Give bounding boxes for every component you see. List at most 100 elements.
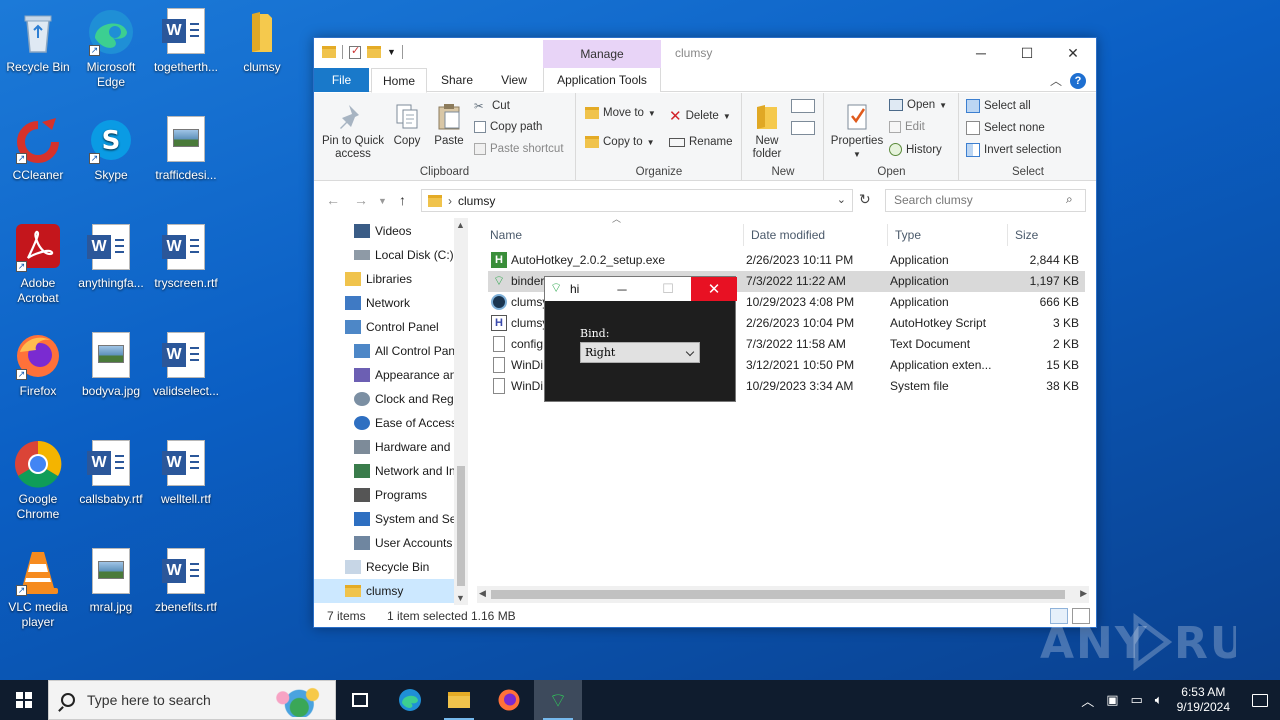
copy-path-button[interactable]: Copy path	[474, 121, 542, 133]
column-header-date[interactable]: Date modified	[744, 224, 888, 246]
desktop-icon-validselect[interactable]: W validselect...	[148, 332, 224, 399]
invert-selection-button[interactable]: Invert selection	[966, 143, 1061, 157]
desktop-icon-firefox[interactable]: ↗ Firefox	[0, 332, 76, 399]
collapse-ribbon-icon[interactable]: ︿	[1050, 72, 1062, 89]
open-button[interactable]: Open ▼	[889, 99, 947, 111]
volume-icon[interactable]: 🔈︎	[1155, 692, 1163, 708]
taskbar-search-box[interactable]: Type here to search	[48, 680, 336, 720]
edit-button[interactable]: Edit	[889, 121, 925, 133]
properties-icon[interactable]	[349, 44, 361, 59]
tab-file[interactable]: File	[314, 68, 369, 92]
move-to-button[interactable]: Move to ▼	[585, 107, 656, 119]
nav-item-recycle-bin[interactable]: Recycle Bin	[314, 555, 454, 579]
desktop-icon-clumsy-folder[interactable]: clumsy	[224, 8, 300, 75]
desktop-icon-recycle-bin[interactable]: Recycle Bin	[0, 8, 76, 75]
taskbar-firefox[interactable]	[485, 680, 533, 720]
column-header-type[interactable]: Type	[888, 224, 1008, 246]
properties-button[interactable]: Properties ▼	[829, 101, 885, 161]
tab-view[interactable]: View	[490, 68, 538, 92]
tab-home[interactable]: Home	[371, 68, 427, 93]
navigation-scrollbar[interactable]: ▲ ▼	[454, 218, 468, 605]
dialog-minimize-button[interactable]: ─	[599, 277, 645, 301]
pin-to-quick-access-button[interactable]: Pin to Quick access	[320, 101, 386, 161]
rename-button[interactable]: Rename	[669, 136, 732, 148]
desktop-icon-welltell[interactable]: W welltell.rtf	[148, 440, 224, 507]
scroll-left-icon[interactable]: ◀	[479, 588, 486, 599]
desktop-icon-tryscreen[interactable]: W tryscreen.rtf	[148, 224, 224, 291]
new-folder-button[interactable]: New folder	[749, 101, 785, 161]
column-header-name[interactable]: Name	[483, 224, 744, 246]
desktop-icon-mral[interactable]: mral.jpg	[73, 548, 149, 615]
scroll-right-icon[interactable]: ▶	[1080, 588, 1087, 599]
cut-button[interactable]: ✂ Cut	[474, 99, 510, 113]
recent-locations-icon[interactable]: ▼	[378, 196, 387, 206]
chevron-down-icon[interactable]: ▼	[387, 47, 396, 57]
nav-item-local-disk[interactable]: Local Disk (C:)	[314, 243, 454, 267]
dialog-close-button[interactable]: ✕	[691, 277, 737, 301]
breadcrumb[interactable]: clumsy	[458, 194, 495, 208]
new-item-icon[interactable]	[791, 99, 815, 113]
scroll-down-icon[interactable]: ▼	[456, 593, 465, 603]
nav-item-appearance[interactable]: Appearance and Personalization	[314, 363, 454, 387]
nav-item-libraries[interactable]: Libraries	[314, 267, 454, 291]
easy-access-icon[interactable]	[791, 121, 815, 135]
file-row[interactable]: H AutoHotkey_2.0.2_setup.exe 2/26/2023 1…	[488, 250, 1085, 271]
refresh-icon[interactable]: ↻	[859, 191, 871, 208]
copy-button[interactable]: Copy	[390, 101, 424, 148]
nav-item-clock-region[interactable]: Clock and Region	[314, 387, 454, 411]
desktop-icon-vlc[interactable]: ↗ VLC media player	[0, 548, 76, 630]
desktop-icon-skype[interactable]: S ↗ Skype	[73, 116, 149, 183]
column-header-size[interactable]: Size	[1008, 224, 1086, 246]
nav-item-clumsy[interactable]: clumsy	[314, 579, 454, 603]
new-folder-icon[interactable]	[367, 46, 381, 58]
help-icon[interactable]: ?	[1070, 72, 1086, 89]
delete-button[interactable]: ✕ Delete ▼	[669, 107, 731, 125]
nav-item-hardware-sound[interactable]: Hardware and Sound	[314, 435, 454, 459]
nav-item-programs[interactable]: Programs	[314, 483, 454, 507]
minimize-button[interactable]: ─	[958, 38, 1004, 68]
search-input[interactable]: Search clumsy	[885, 189, 1086, 212]
bind-select[interactable]: Right	[580, 342, 700, 363]
close-button[interactable]: ✕	[1050, 38, 1096, 68]
desktop-icon-google-chrome[interactable]: Google Chrome	[0, 440, 76, 522]
nav-item-system-security[interactable]: System and Security	[314, 507, 454, 531]
desktop-icon-callsbaby[interactable]: W callsbaby.rtf	[73, 440, 149, 507]
scrollbar-thumb[interactable]	[491, 590, 1065, 599]
scroll-up-icon[interactable]: ▲	[456, 220, 465, 230]
select-all-button[interactable]: Select all	[966, 99, 1031, 113]
paste-shortcut-button[interactable]: Paste shortcut	[474, 143, 564, 155]
desktop-icon-microsoft-edge[interactable]: ↗ Microsoft Edge	[73, 8, 149, 90]
back-arrow-icon[interactable]: ←	[326, 192, 340, 208]
taskbar-file-explorer[interactable]	[435, 680, 483, 720]
nav-item-user-accounts[interactable]: User Accounts	[314, 531, 454, 555]
notification-center-button[interactable]	[1240, 680, 1280, 720]
nav-item-videos[interactable]: Videos	[314, 219, 454, 243]
show-hidden-icons-icon[interactable]: ︿	[1081, 691, 1094, 710]
up-arrow-icon[interactable]: ↑	[399, 192, 406, 208]
nav-item-ease-of-access[interactable]: Ease of Access	[314, 411, 454, 435]
scrollbar-thumb[interactable]	[457, 466, 465, 586]
paste-button[interactable]: Paste	[432, 101, 466, 148]
forward-arrow-icon[interactable]: →	[354, 192, 368, 208]
tab-application-tools[interactable]: Application Tools	[543, 68, 661, 92]
task-view-button[interactable]	[336, 680, 384, 720]
taskbar-binder[interactable]: ⌔	[534, 680, 582, 720]
nav-item-all-control-panel[interactable]: All Control Panel Items	[314, 339, 454, 363]
desktop-icon-ccleaner[interactable]: ↗ CCleaner	[0, 116, 76, 183]
history-button[interactable]: History	[889, 143, 942, 156]
clock[interactable]: 6:53 AM 9/19/2024	[1177, 685, 1230, 715]
desktop-icon-anythingfa[interactable]: W anythingfa...	[73, 224, 149, 291]
desktop-icon-zbenefits[interactable]: W zbenefits.rtf	[148, 548, 224, 615]
desktop-icon-togetherth[interactable]: W togetherth...	[148, 8, 224, 75]
tab-manage[interactable]: Manage	[543, 40, 661, 68]
tab-share[interactable]: Share	[432, 68, 482, 92]
desktop-icon-adobe-acrobat[interactable]: ↗ Adobe Acrobat	[0, 224, 76, 306]
nav-item-control-panel[interactable]: Control Panel	[314, 315, 454, 339]
nav-item-network[interactable]: Network	[314, 291, 454, 315]
network-icon[interactable]: ▭	[1131, 692, 1143, 708]
desktop-icon-trafficdesi[interactable]: trafficdesi...	[148, 116, 224, 183]
copy-to-button[interactable]: Copy to ▼	[585, 136, 655, 148]
address-dropdown-icon[interactable]: ⌄	[837, 193, 846, 206]
taskbar-edge[interactable]	[386, 680, 434, 720]
address-box[interactable]: › clumsy ⌄	[421, 189, 853, 212]
